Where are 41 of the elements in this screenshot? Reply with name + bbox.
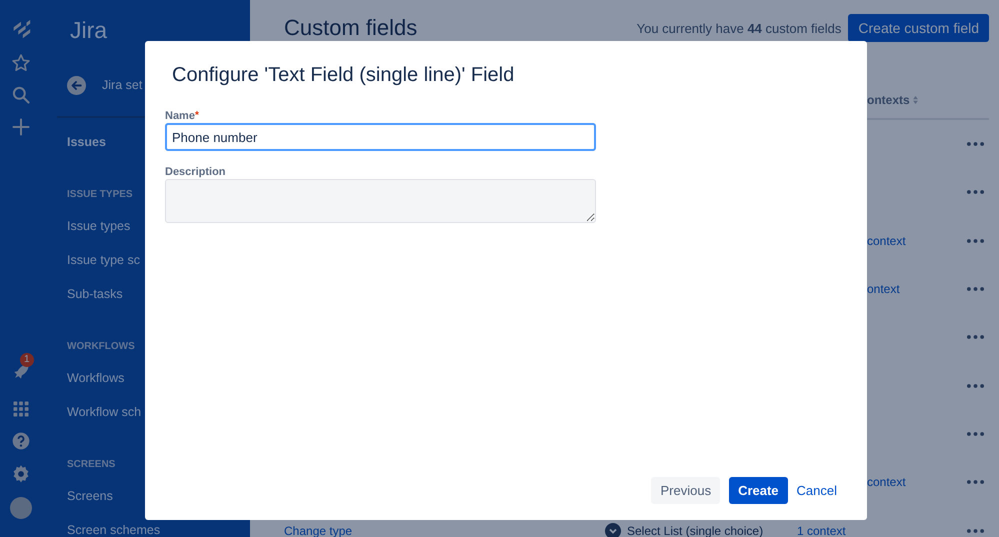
previous-button[interactable]: Previous xyxy=(651,477,720,504)
sort-icon[interactable] xyxy=(912,96,918,104)
page-title: Custom fields xyxy=(284,15,418,41)
contexts-link[interactable]: ontext xyxy=(867,282,900,296)
more-actions-icon[interactable] xyxy=(967,287,984,292)
sidebar-section-heading: ISSUE TYPES xyxy=(67,188,134,202)
column-header[interactable]: ontexts xyxy=(867,93,910,107)
field-label: Name xyxy=(165,110,195,122)
more-actions-icon[interactable] xyxy=(967,480,984,484)
create-button[interactable]: Create xyxy=(729,477,788,504)
product-title: Jira xyxy=(70,16,108,45)
more-actions-icon[interactable] xyxy=(967,384,984,388)
more-actions-icon[interactable] xyxy=(967,142,984,146)
name-input-field[interactable]: Phone number xyxy=(165,123,596,151)
field-type: Select List (single choice) xyxy=(627,524,764,537)
contexts-link[interactable]: context xyxy=(867,475,906,490)
more-actions-icon[interactable] xyxy=(967,335,984,340)
more-actions-icon[interactable] xyxy=(967,432,984,436)
cancel-link[interactable]: Cancel xyxy=(796,477,837,504)
more-actions-icon[interactable] xyxy=(967,190,984,194)
more-actions-icon[interactable] xyxy=(967,528,984,533)
search-icon[interactable] xyxy=(11,85,31,105)
app-grid-icon[interactable] xyxy=(12,400,30,418)
sidebar-section-heading: SCREENS xyxy=(67,458,116,472)
field-label: Description xyxy=(165,166,226,178)
help-icon[interactable] xyxy=(11,431,31,451)
change-type-link[interactable]: Change type xyxy=(284,524,352,537)
more-actions-icon[interactable] xyxy=(967,238,984,243)
contexts-link[interactable]: 1 context xyxy=(797,524,846,537)
star-icon[interactable] xyxy=(11,53,31,73)
settings-icon[interactable] xyxy=(11,464,31,484)
create-custom-field-button[interactable]: Create custom field xyxy=(848,14,989,42)
user-avatar[interactable] xyxy=(10,497,32,519)
back-link[interactable]: Jira set xyxy=(102,78,142,92)
custom-field-count: You currently have 44 custom fields xyxy=(636,20,842,36)
required-marker: * xyxy=(194,110,199,121)
dialog-title: Configure 'Text Field (single line)' Field xyxy=(172,64,516,87)
notification-badge: 1 xyxy=(20,353,34,367)
plus-icon[interactable] xyxy=(11,117,31,137)
sidebar-section-heading: WORKFLOWS xyxy=(67,340,136,354)
contexts-link[interactable]: context xyxy=(867,234,906,248)
